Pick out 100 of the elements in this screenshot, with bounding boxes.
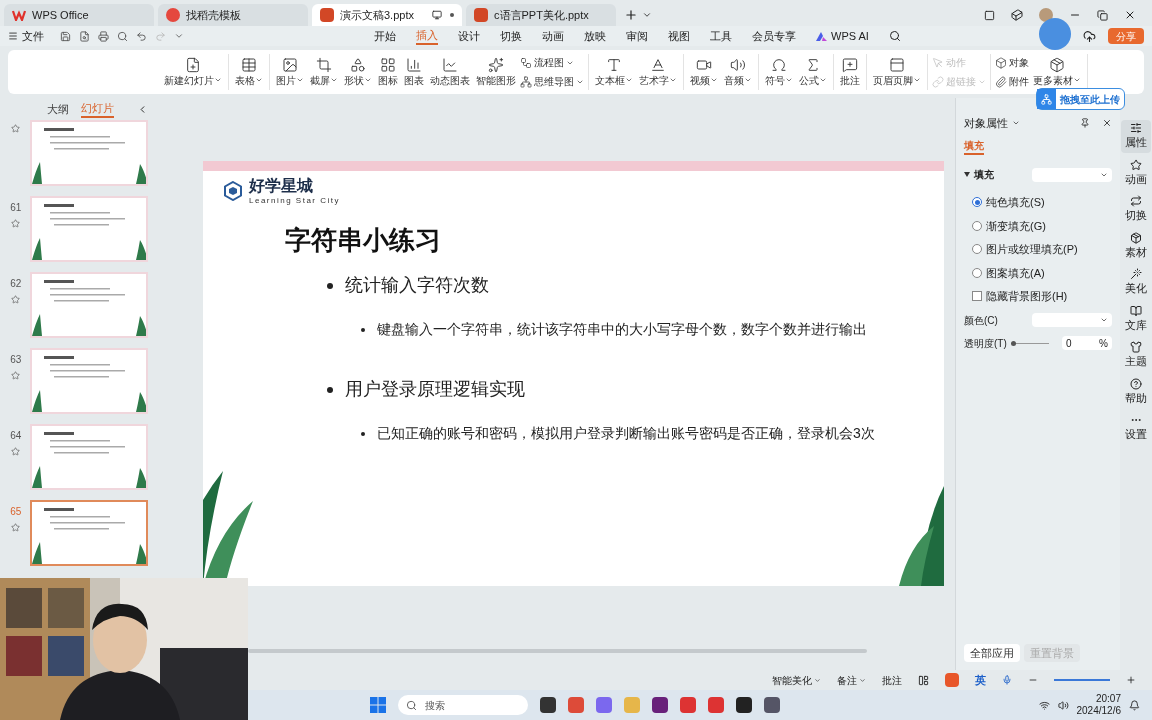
ribbon-button[interactable]: 智能图形	[474, 56, 518, 88]
ribbon-button[interactable]: 批注	[838, 56, 862, 88]
export-icon[interactable]	[79, 30, 90, 42]
ribbon-button[interactable]: 音频	[722, 56, 754, 88]
scrollbar[interactable]	[248, 649, 867, 653]
microphone-icon[interactable]	[1002, 675, 1012, 685]
more-icon[interactable]	[174, 31, 184, 41]
ribbon-button[interactable]: 动态图表	[428, 56, 472, 88]
ribbon-button[interactable]: 附件	[995, 74, 1029, 89]
volume-icon	[1057, 699, 1069, 711]
field-label: 颜色(C)	[964, 313, 998, 328]
ribbon-button[interactable]: 图标	[376, 56, 400, 88]
file-menu[interactable]: 文件	[8, 27, 44, 45]
side-rail-button[interactable]: 切换	[1121, 193, 1151, 226]
close-icon[interactable]	[1124, 9, 1136, 21]
radio-button[interactable]	[972, 267, 982, 278]
print-preview-icon[interactable]	[117, 30, 128, 42]
cloud-upload-icon[interactable]	[1083, 29, 1096, 43]
menu-tab[interactable]: 放映	[584, 27, 606, 45]
color-dropdown[interactable]	[1032, 313, 1112, 327]
transparency-field[interactable]: 0 %	[1062, 336, 1112, 350]
zoom-in-icon[interactable]	[1126, 675, 1136, 685]
status-button[interactable]: 备注	[837, 672, 866, 688]
panel-button[interactable]: 全部应用	[964, 644, 1020, 662]
pin-icon[interactable]	[1080, 118, 1090, 128]
ribbon-button[interactable]: 思维导图	[520, 74, 584, 89]
status-button[interactable]: 智能美化	[772, 672, 821, 688]
ribbon-button[interactable]: 更多素材	[1031, 56, 1083, 88]
avatar-icon[interactable]	[1039, 8, 1053, 22]
ribbon-button[interactable]: 图片	[274, 56, 306, 88]
ribbon-button[interactable]: 表格	[233, 56, 265, 88]
menu-tab[interactable]: 视图	[668, 27, 690, 45]
menu-tab[interactable]: 审阅	[626, 27, 648, 45]
save-icon[interactable]	[60, 30, 71, 42]
status-button[interactable]: 批注	[882, 672, 902, 688]
ribbon-button[interactable]: 艺术字	[637, 56, 679, 88]
ribbon-button[interactable]: 流程图	[520, 55, 584, 70]
document-tab[interactable]: c语言PPT美化.pptx	[466, 4, 616, 26]
window-layout-icon[interactable]	[984, 9, 995, 21]
radio-button[interactable]	[972, 220, 982, 231]
side-rail-button[interactable]: 设置	[1121, 412, 1151, 445]
ribbon-button[interactable]: 符号	[763, 56, 795, 88]
taskbar-app-icon[interactable]	[652, 697, 668, 713]
ribbon-button[interactable]: 文本框	[593, 56, 635, 88]
tab-list-icon[interactable]	[642, 10, 652, 20]
menu-tab[interactable]: 设计	[458, 27, 480, 45]
upload-button[interactable]: 拖拽至此上传	[1036, 88, 1125, 110]
search-icon[interactable]	[888, 30, 901, 42]
taskbar-app-icon[interactable]	[764, 697, 780, 713]
caret-icon	[814, 676, 821, 684]
print-icon[interactable]	[98, 30, 109, 42]
sidebar-tab[interactable]: 大纲	[46, 100, 69, 118]
new-tab-icon[interactable]	[624, 8, 638, 22]
side-rail-button[interactable]: 素材	[1121, 229, 1151, 262]
menu-tab[interactable]: 切换	[500, 27, 522, 45]
search-icon	[406, 699, 417, 711]
ribbon-button[interactable]: 对象	[995, 55, 1029, 70]
side-rail-button[interactable]: 帮助	[1121, 375, 1151, 408]
radio-button[interactable]	[972, 197, 982, 208]
notification-icon[interactable]	[1129, 699, 1140, 711]
close-icon[interactable]	[1102, 118, 1112, 128]
ribbon-button[interactable]: 新建幻灯片	[162, 56, 224, 88]
menu-tab[interactable]: 动画	[542, 27, 564, 45]
radio-button[interactable]	[972, 244, 982, 255]
menu-tab[interactable]: 工具	[710, 27, 732, 45]
start-icon[interactable]	[370, 697, 386, 713]
slide-thumbnail[interactable]	[29, 500, 148, 566]
restore-icon[interactable]	[1097, 9, 1108, 21]
slider-thumb[interactable]	[1010, 340, 1016, 346]
ime-mode[interactable]: 英	[975, 671, 986, 689]
undo-icon[interactable]	[136, 30, 147, 42]
side-rail-button[interactable]: 文库	[1121, 302, 1151, 335]
ribbon-icon	[995, 75, 1007, 88]
ribbon-button[interactable]: 形状	[342, 56, 374, 88]
menu-tab[interactable]: 开始	[374, 27, 396, 45]
side-rail-button[interactable]: 美化	[1121, 266, 1151, 299]
side-rail-button[interactable]: 主题	[1121, 339, 1151, 372]
side-rail-button[interactable]: 属性	[1121, 120, 1151, 153]
presentation-file-icon	[474, 8, 488, 22]
checkbox[interactable]	[972, 291, 982, 302]
ai-button[interactable]: WPS AI	[816, 27, 869, 45]
side-rail-button[interactable]: 动画	[1121, 156, 1151, 189]
normal-view-icon[interactable]	[918, 674, 929, 686]
taskbar-app-icon[interactable]	[736, 697, 752, 713]
slide-number: 62	[10, 277, 22, 291]
ribbon-button[interactable]: 页眉页脚	[871, 56, 923, 88]
ribbon-button[interactable]: 视频	[688, 56, 720, 88]
menu-tab[interactable]: 会员专享	[752, 27, 796, 45]
recorder-widget-icon[interactable]	[1039, 18, 1071, 50]
expand-triangle-icon[interactable]	[964, 172, 970, 177]
document-tab[interactable]: 找稻壳模板	[158, 4, 308, 26]
ribbon-button[interactable]: 公式	[797, 56, 829, 88]
taskbar-app-icon[interactable]	[540, 697, 556, 713]
document-tab[interactable]: 演示文稿3.pptx	[312, 4, 462, 26]
taskbar-search[interactable]: 搜索	[398, 695, 528, 715]
ribbon-button[interactable]: 图表	[402, 56, 426, 88]
caret-icon[interactable]	[1012, 119, 1020, 127]
cube-icon[interactable]	[1011, 9, 1023, 21]
document-tab[interactable]: WPS Office	[4, 4, 154, 26]
ribbon-button[interactable]: 截屏	[308, 56, 340, 88]
